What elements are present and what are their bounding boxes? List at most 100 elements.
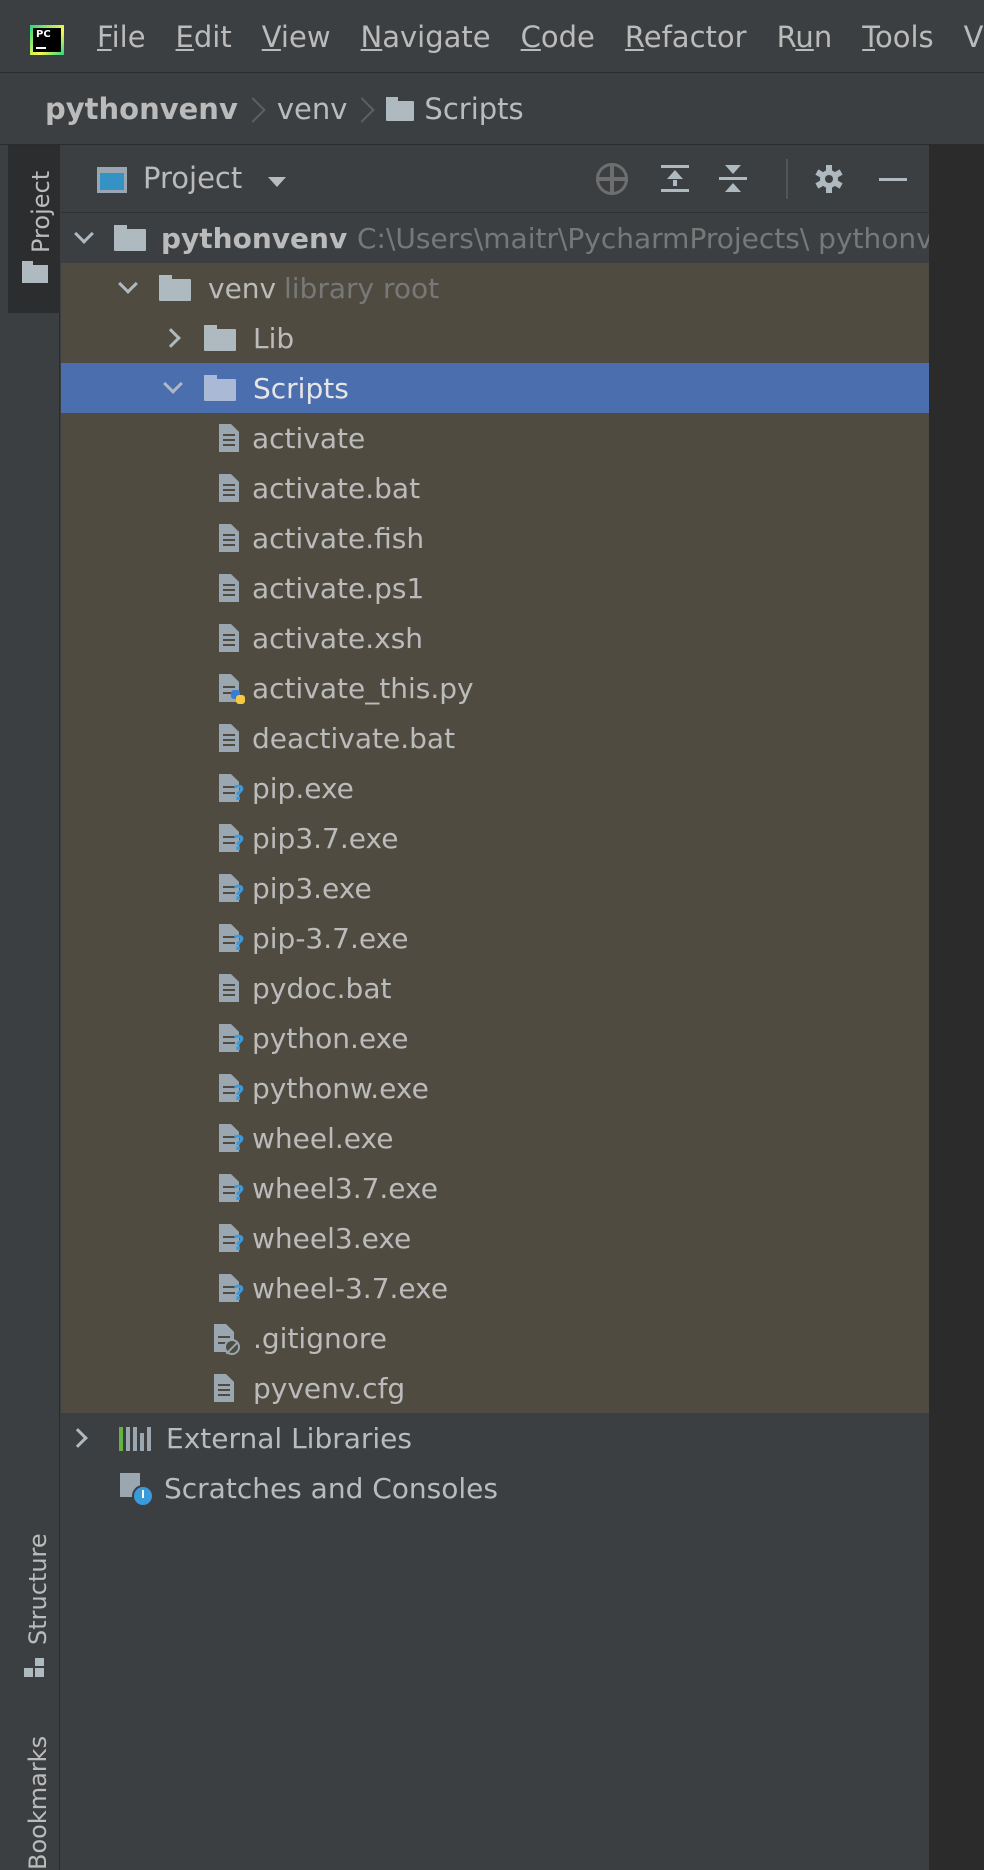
menu-items: File Edit View Navigate Code Refactor Run Tools… [97, 0, 984, 73]
tree-node-file[interactable]: ? wheel-3.7.exe [61, 1263, 929, 1313]
tree-node-file[interactable]: ? wheel.exe [61, 1113, 929, 1163]
tree-node-label: activate_this.py [252, 671, 474, 705]
tree-node-file[interactable]: activate_this.py [61, 663, 929, 713]
tree-node-scripts[interactable]: Scripts [61, 363, 929, 413]
project-tool-tab[interactable]: Project [8, 145, 60, 313]
tree-node-label: pip.exe [252, 771, 354, 805]
menu-item-1[interactable]: Edit [176, 20, 232, 54]
menu-item-3[interactable]: Navigate [361, 20, 491, 54]
tree-node-file[interactable]: ? pip.exe [61, 763, 929, 813]
question-badge-icon: ? [233, 1131, 245, 1155]
menu-item-7[interactable]: Tools [862, 20, 933, 54]
python-badge-icon [231, 690, 245, 704]
tree-node-gitignore[interactable]: .gitignore [61, 1313, 929, 1363]
menu-item-4[interactable]: Code [521, 20, 595, 54]
structure-icon [24, 1658, 44, 1678]
chevron-right-icon [359, 95, 373, 123]
tree-node-label: venv [208, 271, 277, 305]
tree-node-label: Scratches and Consoles [164, 1471, 498, 1505]
menu-item-2[interactable]: View [262, 20, 331, 54]
question-badge-icon: ? [233, 1031, 245, 1055]
locate-file-icon[interactable] [596, 163, 628, 195]
menu-item-6[interactable]: Run [777, 20, 833, 54]
tree-node-label: activate [252, 421, 366, 455]
breadcrumb-item-pythonvenv[interactable]: pythonvenv [45, 92, 238, 126]
menu-item-8[interactable]: VCS [964, 20, 984, 54]
tree-node-scratches[interactable]: Scratches and Consoles [61, 1463, 929, 1513]
tree-node-file[interactable]: ? wheel3.7.exe [61, 1163, 929, 1213]
question-badge-icon: ? [233, 931, 245, 955]
tree-node-venv[interactable]: venv library root [61, 263, 929, 313]
project-view-selector[interactable]: Project [143, 161, 242, 195]
project-panel-header: Project [61, 145, 929, 213]
pycharm-logo-icon: PC [30, 25, 64, 55]
tree-node-label: .gitignore [253, 1321, 387, 1355]
tree-node-label: activate.bat [252, 471, 421, 505]
breadcrumb-item-scripts[interactable]: Scripts [424, 92, 523, 126]
menu-bar: PC File Edit View Navigate Code Refactor Run To… [0, 0, 984, 73]
tree-node-file[interactable]: ? pip3.exe [61, 863, 929, 913]
pycharm-logo-text: PC [33, 28, 61, 52]
tree-node-file[interactable]: ? pythonw.exe [61, 1063, 929, 1113]
tree-node-pyvenv-cfg[interactable]: pyvenv.cfg [61, 1363, 929, 1413]
tree-node-label: pythonw.exe [252, 1071, 429, 1105]
breadcrumb-item-venv[interactable]: venv [277, 92, 348, 126]
tree-node-label: pip-3.7.exe [252, 921, 409, 955]
tree-node-file[interactable]: activate.xsh [61, 613, 929, 663]
text-file-icon [219, 474, 239, 502]
tree-node-label: External Libraries [166, 1421, 412, 1455]
left-tool-strip: Project Structure Bookmarks [0, 145, 60, 1870]
tree-node-hint: library root [284, 271, 440, 305]
tree-node-label: pydoc.bat [252, 971, 392, 1005]
tree-node-file[interactable]: ? python.exe [61, 1013, 929, 1063]
gear-icon[interactable] [813, 163, 845, 195]
folder-icon [386, 96, 415, 121]
chevron-down-icon[interactable] [74, 224, 94, 244]
tree-node-file[interactable]: ? wheel3.exe [61, 1213, 929, 1263]
editor-area [929, 145, 984, 1870]
menu-item-5[interactable]: Refactor [625, 20, 747, 54]
folder-icon [22, 261, 48, 283]
expand-all-icon[interactable] [661, 163, 689, 195]
text-file-icon [214, 1374, 234, 1402]
tree-node-label: wheel3.exe [252, 1221, 412, 1255]
tree-node-file[interactable]: activate.bat [61, 463, 929, 513]
text-file-icon [219, 574, 239, 602]
tree-node-file[interactable]: activate [61, 413, 929, 463]
tree-node-file[interactable]: pydoc.bat [61, 963, 929, 1013]
chevron-down-icon[interactable] [163, 374, 183, 394]
scratches-icon [120, 1473, 156, 1509]
question-badge-icon: ? [233, 1281, 245, 1305]
tree-node-label: activate.ps1 [252, 571, 425, 605]
chevron-right-icon[interactable] [68, 1428, 88, 1448]
text-file-icon [219, 424, 239, 452]
tree-node-external-libraries[interactable]: External Libraries [61, 1413, 929, 1463]
chevron-right-icon[interactable] [161, 328, 181, 348]
bookmarks-tool-tab-label: Bookmarks [24, 1735, 52, 1870]
tree-node-label: wheel-3.7.exe [252, 1271, 449, 1305]
menu-item-0[interactable]: File [97, 20, 146, 54]
minimize-icon[interactable] [879, 163, 911, 195]
question-badge-icon: ? [233, 1081, 245, 1105]
tree-node-file[interactable]: ? pip-3.7.exe [61, 913, 929, 963]
tree-node-label: deactivate.bat [252, 721, 456, 755]
question-badge-icon: ? [233, 1181, 245, 1205]
tree-node-project-root[interactable]: pythonvenv C:\Users\maitr\PycharmProject… [61, 213, 968, 263]
question-badge-icon: ? [233, 781, 245, 805]
chevron-down-icon[interactable] [268, 177, 286, 187]
tree-node-file[interactable]: ? pip3.7.exe [61, 813, 929, 863]
tree-node-path: C:\Users\maitr\PycharmProjects\ pythonve… [357, 221, 968, 255]
text-file-icon [219, 724, 239, 752]
tree-node-label: Lib [253, 321, 295, 355]
tree-node-label: python.exe [252, 1021, 409, 1055]
collapse-all-icon[interactable] [719, 163, 747, 195]
folder-icon [204, 325, 236, 351]
tree-node-file[interactable]: deactivate.bat [61, 713, 929, 763]
tree-node-label: wheel3.7.exe [252, 1171, 438, 1205]
project-panel: Project pythonvenv C:\Users\maitr\Pychar… [61, 145, 968, 1870]
tree-node-file[interactable]: activate.fish [61, 513, 929, 563]
chevron-down-icon[interactable] [118, 274, 138, 294]
tree-node-label: activate.xsh [252, 621, 424, 655]
tree-node-lib[interactable]: Lib [61, 313, 929, 363]
tree-node-file[interactable]: activate.ps1 [61, 563, 929, 613]
